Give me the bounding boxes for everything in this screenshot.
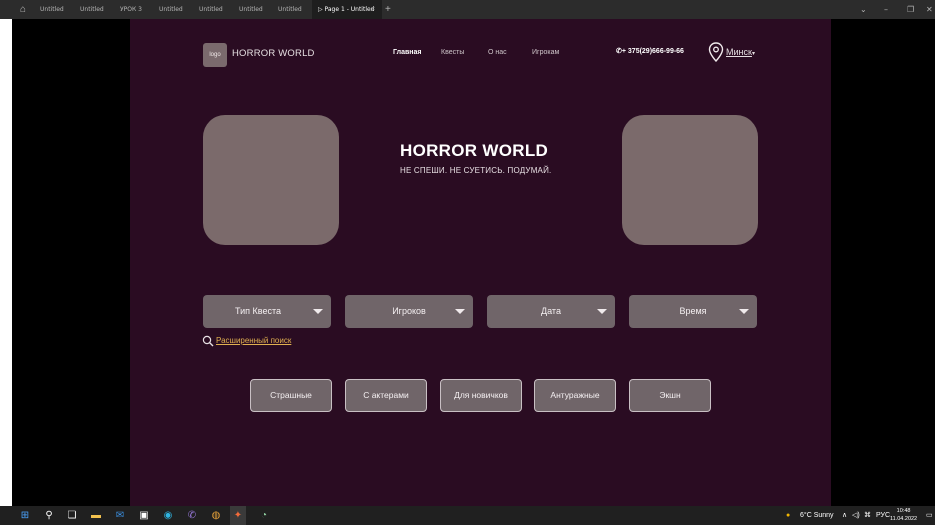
dropdown-label: Тип Квеста — [235, 306, 281, 316]
search-icon[interactable]: ⚲ — [41, 506, 57, 525]
tab-untitled-4[interactable]: Untitled — [199, 0, 223, 19]
time-dropdown[interactable]: Время — [629, 295, 757, 328]
figma-icon[interactable]: ✦ — [230, 506, 246, 525]
hero-image-right — [622, 115, 758, 245]
clock-time: 10:48 — [896, 508, 911, 514]
nav-item-about[interactable]: О нас — [488, 49, 507, 56]
search-icon — [202, 335, 214, 347]
advanced-search-link[interactable]: Расширенный поиск — [216, 336, 291, 345]
hero-subtitle: НЕ СПЕШИ. НЕ СУЕТИСЬ. ПОДУМАЙ. — [400, 166, 552, 175]
category-with-actors[interactable]: С актерами — [345, 379, 427, 412]
home-icon[interactable]: ⌂ — [16, 4, 30, 15]
language-indicator[interactable]: РУС — [876, 506, 890, 525]
brand-name: HORROR WORLD — [232, 48, 315, 59]
task-view-icon[interactable]: ❏ — [64, 506, 80, 525]
city-label: Минск — [726, 47, 752, 57]
phone-text: + 375(29)666-99-66 — [621, 48, 684, 55]
caret-down-icon — [455, 309, 465, 314]
tab-untitled-5[interactable]: Untitled — [239, 0, 263, 19]
close-window-icon[interactable]: ✕ — [926, 0, 933, 19]
players-dropdown[interactable]: Игроков — [345, 295, 473, 328]
nav-item-home[interactable]: Главная — [393, 49, 421, 56]
dropdown-label: Дата — [541, 306, 561, 316]
logo-placeholder[interactable]: logo — [203, 43, 227, 67]
edge-icon[interactable]: ◉ — [160, 506, 176, 525]
location-pin-icon — [708, 42, 724, 62]
chrome-icon[interactable]: ◍ — [208, 506, 224, 525]
add-tab-icon[interactable]: + — [385, 0, 391, 19]
tab-untitled-6[interactable]: Untitled — [278, 0, 302, 19]
minimize-icon[interactable]: – — [884, 0, 888, 19]
category-scary[interactable]: Страшные — [250, 379, 332, 412]
app-icon[interactable]: ◔ — [256, 506, 272, 525]
tab-lesson-3[interactable]: УРОК 3 — [120, 0, 142, 19]
notification-icon[interactable]: ▭ — [926, 506, 933, 525]
tab-untitled-3[interactable]: Untitled — [159, 0, 183, 19]
caret-down-icon — [739, 309, 749, 314]
clock-date: 11.04.2022 — [890, 516, 918, 522]
dropdown-label: Игроков — [392, 306, 426, 316]
volume-icon[interactable]: ◁) — [852, 506, 860, 525]
chevron-down-icon[interactable]: ⌄ — [860, 0, 867, 19]
network-icon[interactable]: ⌘ — [864, 506, 871, 525]
category-action[interactable]: Экшн — [629, 379, 711, 412]
caret-down-icon — [597, 309, 607, 314]
store-icon[interactable]: ▣ — [136, 506, 152, 525]
viber-icon[interactable]: ✆ — [184, 506, 200, 525]
nav-item-players[interactable]: Игрокам — [532, 49, 559, 56]
dropdown-label: Время — [679, 306, 707, 316]
tab-untitled-1[interactable]: Untitled — [40, 0, 64, 19]
windows-start-icon[interactable]: ⊞ — [17, 506, 33, 525]
file-explorer-icon[interactable]: ▬ — [88, 506, 104, 525]
design-frame — [130, 19, 831, 506]
hero-title: HORROR WORLD — [400, 141, 549, 160]
canvas-edge — [0, 19, 12, 506]
category-atmospheric[interactable]: Антуражные — [534, 379, 616, 412]
clock[interactable]: 10:48 11.04.2022 — [890, 507, 917, 523]
nav-item-quests[interactable]: Квесты — [441, 49, 464, 56]
caret-down-icon: ▾ — [751, 51, 755, 57]
date-dropdown[interactable]: Дата — [487, 295, 615, 328]
city-selector[interactable]: Минск▾ — [726, 47, 755, 57]
chevron-up-icon[interactable]: ∧ — [842, 506, 847, 525]
mail-icon[interactable]: ✉ — [112, 506, 128, 525]
phone-number[interactable]: ✆+ 375(29)666-99-66 — [616, 47, 684, 55]
caret-down-icon — [313, 309, 323, 314]
tab-active-label: Page 1 - Untitled — [324, 6, 375, 13]
close-tab-icon[interactable]: × — [371, 0, 375, 19]
restore-icon[interactable]: ❐ — [907, 0, 914, 19]
hero-image-left — [203, 115, 339, 245]
weather-text[interactable]: 6°C Sunny — [800, 506, 834, 525]
weather-icon: ● — [786, 512, 791, 519]
category-beginners[interactable]: Для новичков — [440, 379, 522, 412]
quest-type-dropdown[interactable]: Тип Квеста — [203, 295, 331, 328]
tab-untitled-2[interactable]: Untitled — [80, 0, 104, 19]
